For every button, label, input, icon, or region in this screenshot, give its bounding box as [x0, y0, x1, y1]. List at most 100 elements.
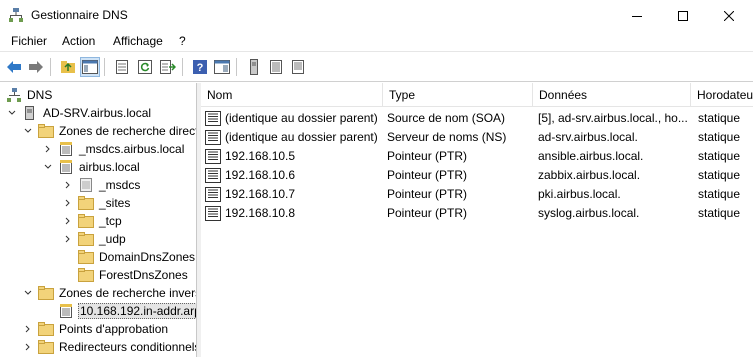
column-header-horodateur[interactable]: Horodateur	[691, 83, 753, 107]
cell-type: Pointeur (PTR)	[387, 168, 468, 182]
menu-bar: Fichier Action Affichage ?	[0, 31, 753, 52]
cell-horodateur: statique	[698, 168, 741, 182]
folder-icon	[78, 232, 94, 246]
tree-item-label: _udp	[99, 232, 126, 246]
cell-horodateur: statique	[698, 187, 741, 201]
refresh-icon	[138, 60, 152, 74]
record-button[interactable]	[288, 57, 308, 77]
properties-icon	[116, 60, 128, 74]
cell-nom: (identique au dossier parent)	[225, 130, 378, 144]
zone-button[interactable]	[266, 57, 286, 77]
tree-item-msdcs-delegation[interactable]: _msdcs	[62, 176, 141, 194]
tree-item-tcp[interactable]: _tcp	[62, 212, 123, 230]
tree-item-label: DNS	[27, 88, 53, 102]
table-row[interactable]: 192.168.10.6 Pointeur (PTR) zabbix.airbu…	[201, 166, 753, 185]
server-button[interactable]	[244, 57, 264, 77]
chevron-down-icon[interactable]	[22, 125, 34, 137]
chevron-right-icon[interactable]	[62, 233, 74, 245]
tree-item-label: Zones de recherche directe	[59, 124, 197, 138]
cell-type: Source de nom (SOA)	[387, 111, 506, 125]
tree-item-ad-srv[interactable]: AD-SRV.airbus.local	[6, 104, 152, 122]
up-folder-icon	[61, 61, 75, 73]
cell-nom: 192.168.10.6	[225, 168, 296, 182]
chevron-right-icon[interactable]	[62, 197, 74, 209]
tree-item-reverse-zones[interactable]: Zones de recherche inverse	[22, 284, 196, 302]
chevron-right-icon[interactable]	[22, 323, 34, 335]
folder-icon	[38, 124, 54, 138]
tree-item-label: airbus.local	[79, 160, 140, 174]
chevron-right-icon[interactable]	[22, 341, 34, 353]
column-header-type[interactable]: Type	[383, 83, 533, 107]
tree-item-forward-zones[interactable]: Zones de recherche directe	[22, 122, 197, 140]
table-row[interactable]: (identique au dossier parent) Source de …	[201, 109, 753, 128]
folder-icon	[78, 196, 94, 210]
zone-icon	[270, 60, 282, 74]
export-list-button[interactable]	[158, 57, 178, 77]
show-hide-tree-button[interactable]	[80, 57, 100, 77]
folder-icon	[78, 214, 94, 228]
tree-item-trust-points[interactable]: Points d'approbation	[22, 320, 169, 338]
refresh-button[interactable]	[135, 57, 155, 77]
tree-item-dns[interactable]: DNS	[6, 86, 53, 104]
help-button[interactable]: ?	[190, 57, 210, 77]
column-header-nom[interactable]: Nom	[201, 83, 383, 107]
menu-fichier[interactable]: Fichier	[9, 34, 49, 48]
table-row[interactable]: 192.168.10.7 Pointeur (PTR) pki.airbus.l…	[201, 185, 753, 204]
menu-affichage[interactable]: Affichage	[111, 34, 165, 48]
dns-manager-app-icon	[9, 8, 23, 22]
records-list: Nom Type Données Horodateur (identique a…	[201, 83, 753, 357]
table-row[interactable]: 192.168.10.5 Pointeur (PTR) ansible.airb…	[201, 147, 753, 166]
menu-action[interactable]: Action	[60, 34, 97, 48]
tree-item-udp[interactable]: _udp	[62, 230, 127, 248]
tree-item-forestdnszones[interactable]: ForestDnsZones	[78, 266, 189, 284]
tree-item-reverse-zone-10-168-192[interactable]: 10.168.192.in-addr.arpa	[58, 302, 196, 320]
cell-type: Serveur de noms (NS)	[387, 130, 507, 144]
tree-item-label: _msdcs.airbus.local	[79, 142, 185, 156]
record-icon	[205, 130, 221, 145]
close-button[interactable]	[706, 0, 752, 31]
chevron-right-icon[interactable]	[42, 143, 54, 155]
chevron-down-icon[interactable]	[42, 161, 54, 173]
tree-item-sites[interactable]: _sites	[62, 194, 131, 212]
close-icon	[724, 10, 734, 21]
tree-item-label: ForestDnsZones	[99, 268, 188, 282]
record-icon	[205, 111, 221, 126]
forward-arrow-icon	[29, 61, 43, 73]
toolbar-separator	[182, 58, 183, 76]
maximize-button[interactable]	[660, 0, 706, 31]
column-header-donnees[interactable]: Données	[533, 83, 691, 107]
tree-item-msdcs-zone[interactable]: _msdcs.airbus.local	[42, 140, 185, 158]
tree-item-domaindnszones[interactable]: DomainDnsZones	[78, 248, 196, 266]
menu-help[interactable]: ?	[177, 34, 188, 48]
tree-item-conditional-forwarders[interactable]: Redirecteurs conditionnels	[22, 338, 197, 356]
delegated-zone-icon	[80, 178, 92, 192]
folder-icon	[38, 286, 54, 300]
tree-item-label: DomainDnsZones	[99, 250, 196, 264]
table-row[interactable]: 192.168.10.8 Pointeur (PTR) syslog.airbu…	[201, 204, 753, 223]
up-level-button[interactable]	[58, 57, 78, 77]
table-row[interactable]: (identique au dossier parent) Serveur de…	[201, 128, 753, 147]
help-icon: ?	[193, 60, 207, 74]
cell-horodateur: statique	[698, 206, 741, 220]
chevron-right-icon[interactable]	[62, 215, 74, 227]
properties-button[interactable]	[112, 57, 132, 77]
cell-nom: 192.168.10.5	[225, 149, 296, 163]
record-icon	[292, 60, 304, 74]
minimize-button[interactable]	[614, 0, 660, 31]
folder-icon	[38, 340, 54, 354]
chevron-right-icon[interactable]	[62, 179, 74, 191]
forward-button[interactable]	[26, 57, 46, 77]
tree-item-airbus-local[interactable]: airbus.local	[42, 158, 141, 176]
chevron-down-icon[interactable]	[22, 287, 34, 299]
chevron-down-icon[interactable]	[6, 107, 18, 119]
maximize-icon	[678, 10, 688, 21]
column-headers: Nom Type Données Horodateur	[201, 83, 753, 107]
record-icon	[205, 187, 221, 202]
svg-text:?: ?	[197, 62, 204, 74]
cell-horodateur: statique	[698, 130, 741, 144]
tree-item-label: _tcp	[99, 214, 122, 228]
back-button[interactable]	[4, 57, 24, 77]
show-pane-button[interactable]	[212, 57, 232, 77]
tree-item-label: Redirecteurs conditionnels	[59, 340, 197, 354]
zone-icon	[60, 160, 72, 174]
